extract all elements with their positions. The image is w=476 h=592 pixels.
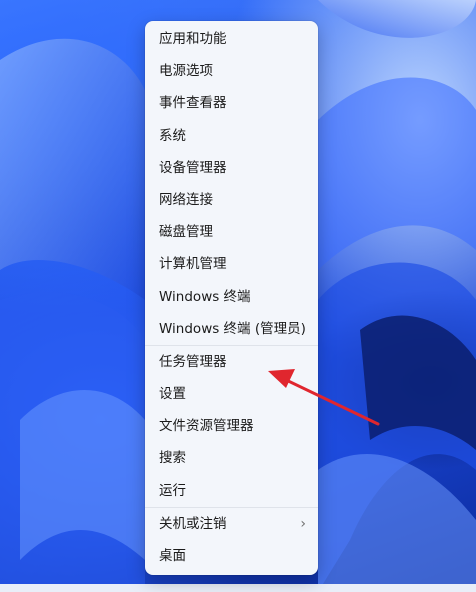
menu-item-search[interactable]: 搜索 bbox=[145, 442, 318, 474]
menu-item-run[interactable]: 运行 bbox=[145, 475, 318, 507]
menu-item-label: 关机或注销 bbox=[159, 515, 227, 532]
menu-item-computer-management[interactable]: 计算机管理 bbox=[145, 248, 318, 280]
menu-item-desktop[interactable]: 桌面 bbox=[145, 540, 318, 572]
menu-item-power-options[interactable]: 电源选项 bbox=[145, 55, 318, 87]
menu-item-disk-management[interactable]: 磁盘管理 bbox=[145, 216, 318, 248]
menu-item-device-manager[interactable]: 设备管理器 bbox=[145, 152, 318, 184]
menu-item-file-explorer[interactable]: 文件资源管理器 bbox=[145, 410, 318, 442]
menu-item-shutdown-signout[interactable]: 关机或注销 › bbox=[145, 508, 318, 540]
menu-item-task-manager[interactable]: 任务管理器 bbox=[145, 346, 318, 378]
menu-item-event-viewer[interactable]: 事件查看器 bbox=[145, 87, 318, 119]
taskbar-edge bbox=[0, 584, 476, 592]
menu-item-windows-terminal[interactable]: Windows 终端 bbox=[145, 281, 318, 313]
menu-item-network-connections[interactable]: 网络连接 bbox=[145, 184, 318, 216]
menu-group-tools: 任务管理器 设置 文件资源管理器 搜索 运行 bbox=[145, 346, 318, 507]
menu-group-session: 关机或注销 › 桌面 bbox=[145, 508, 318, 572]
chevron-right-icon: › bbox=[300, 515, 306, 532]
menu-item-apps-and-features[interactable]: 应用和功能 bbox=[145, 23, 318, 55]
menu-item-settings[interactable]: 设置 bbox=[145, 378, 318, 410]
winx-context-menu: 应用和功能 电源选项 事件查看器 系统 设备管理器 网络连接 磁盘管理 计算机管… bbox=[145, 21, 318, 575]
menu-item-system[interactable]: 系统 bbox=[145, 120, 318, 152]
menu-item-windows-terminal-admin[interactable]: Windows 终端 (管理员) bbox=[145, 313, 318, 345]
menu-group-system: 应用和功能 电源选项 事件查看器 系统 设备管理器 网络连接 磁盘管理 计算机管… bbox=[145, 23, 318, 345]
